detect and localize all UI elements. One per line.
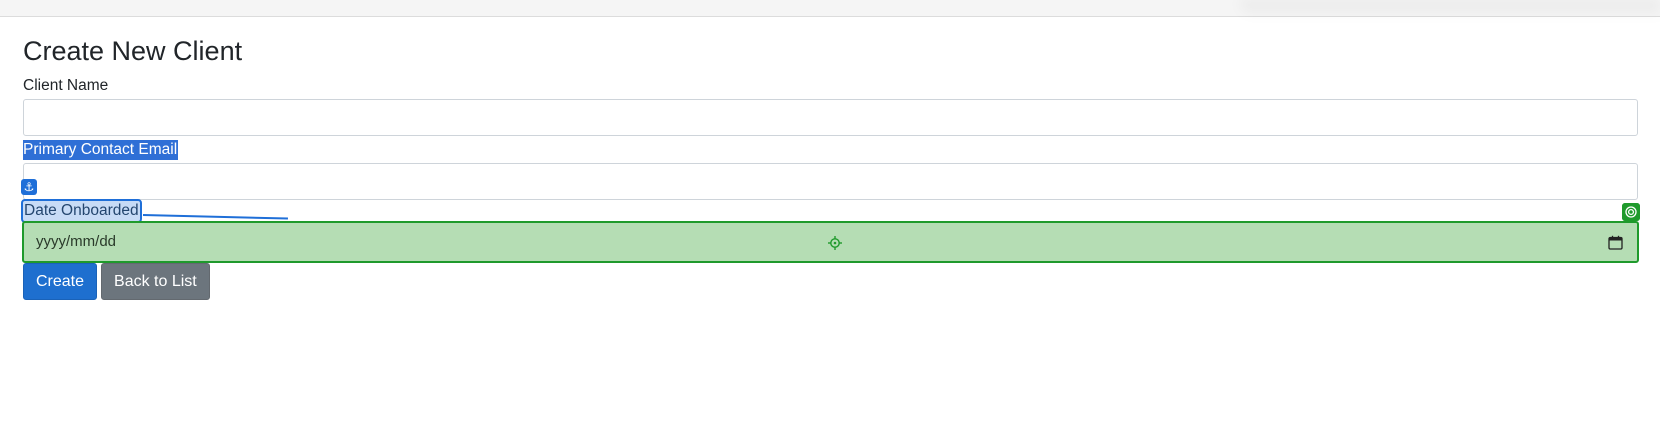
primary-contact-email-input[interactable]: [23, 163, 1638, 201]
date-onboarded-label-wrap: ⚓ Date Onboarded: [21, 179, 1638, 224]
browser-top-bar: [0, 0, 1660, 18]
page-title: Create New Client: [23, 36, 243, 66]
anchor-icon: ⚓: [21, 179, 37, 196]
calendar-icon[interactable]: [1608, 235, 1623, 251]
client-name-label: Client Name: [23, 77, 109, 95]
form-actions: Create Back to List: [23, 263, 1638, 301]
create-client-form: Create New Client Client Name Primary Co…: [21, 17, 1640, 301]
create-button[interactable]: Create: [23, 263, 98, 301]
date-placeholder: yyyy/mm/dd: [36, 233, 117, 251]
date-onboarded-label: Date Onboarded: [21, 199, 142, 224]
target-icon: [1622, 203, 1640, 222]
crosshair-icon: [828, 236, 842, 251]
primary-contact-email-label: Primary Contact Email: [23, 140, 179, 161]
date-onboarded-input[interactable]: yyyy/mm/dd: [22, 203, 1640, 264]
top-bar-shadow: [1240, 0, 1660, 18]
client-name-input[interactable]: [23, 99, 1638, 137]
back-to-list-button[interactable]: Back to List: [101, 263, 210, 301]
annotation-connector-line: [142, 214, 288, 220]
